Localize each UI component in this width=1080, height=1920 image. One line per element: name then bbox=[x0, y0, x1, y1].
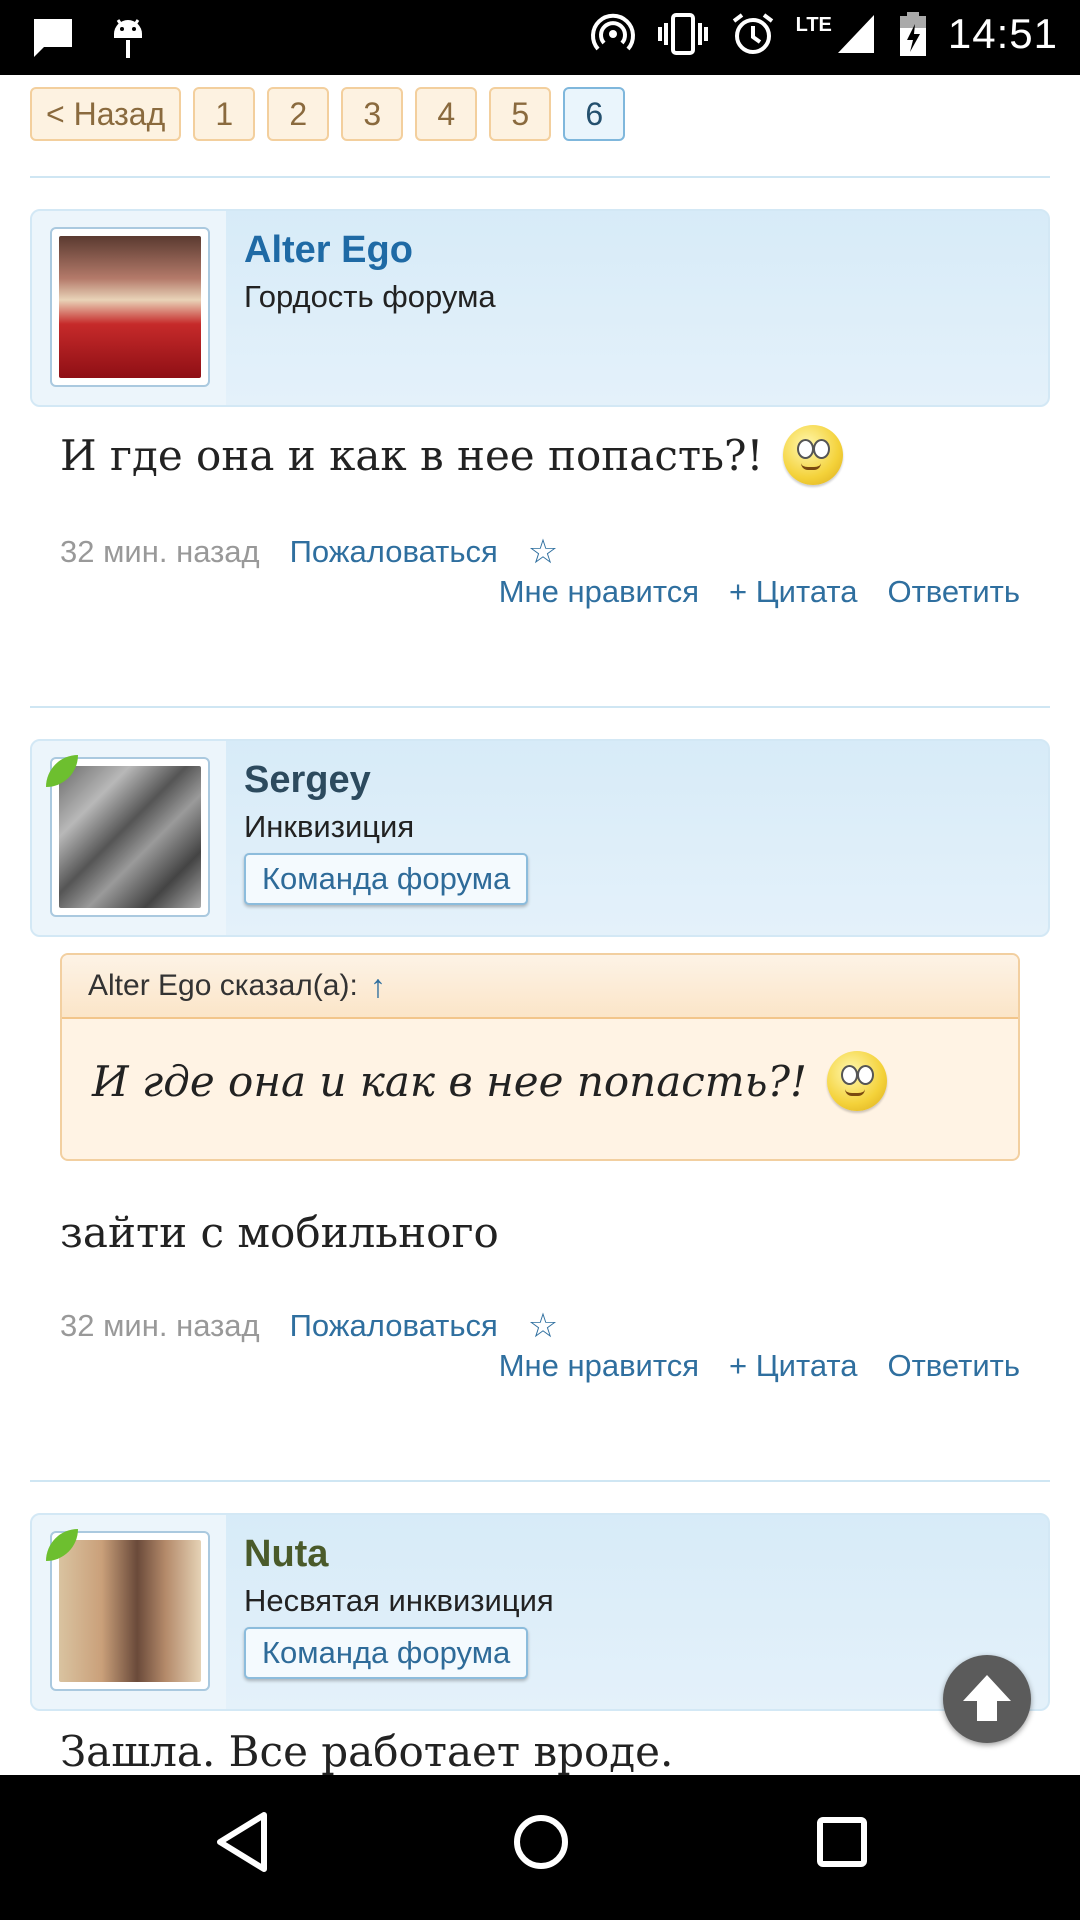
vibrate-icon bbox=[657, 13, 708, 55]
post-actions: Мне нравится + Цитата Ответить bbox=[499, 1348, 1020, 1384]
author-rank: Несвятая инквизиция bbox=[244, 1583, 554, 1618]
like-link[interactable]: Мне нравится bbox=[499, 574, 699, 610]
go-to-quote-arrow-icon[interactable]: ↑ bbox=[370, 968, 386, 1005]
post-text: зайти с мобильного bbox=[60, 1208, 499, 1257]
post-meta: 32 мин. назад Пожаловаться ☆ bbox=[60, 532, 558, 572]
quote-link[interactable]: + Цитата bbox=[729, 574, 857, 610]
recents-nav-icon[interactable] bbox=[812, 1809, 872, 1875]
post-text: И где она и как в нее попасть?! bbox=[60, 430, 764, 480]
quote-block: Alter Ego сказал(а): ↑ И где она и как в… bbox=[60, 953, 1020, 1161]
home-nav-icon[interactable] bbox=[511, 1809, 571, 1875]
post-author-block: Sergey Инквизиция Команда форума bbox=[30, 739, 1050, 937]
alarm-icon bbox=[732, 13, 773, 54]
author-rank: Гордость форума bbox=[244, 279, 496, 314]
team-badge[interactable]: Команда форума bbox=[244, 1627, 529, 1679]
post-time[interactable]: 32 мин. назад bbox=[60, 1308, 260, 1344]
pager-page-2[interactable]: 2 bbox=[267, 87, 330, 141]
reply-link[interactable]: Ответить bbox=[887, 574, 1020, 610]
divider bbox=[30, 706, 1050, 708]
post-meta: 32 мин. назад Пожаловаться ☆ bbox=[60, 1306, 558, 1346]
navigation-bar bbox=[0, 1775, 1080, 1920]
pager-page-5[interactable]: 5 bbox=[489, 87, 552, 141]
pager-page-1[interactable]: 1 bbox=[193, 87, 256, 141]
post-message: Зашла. Все работает вроде. bbox=[60, 1727, 673, 1775]
rolling-eyes-smiley-icon bbox=[783, 425, 844, 485]
avatar[interactable] bbox=[50, 227, 210, 387]
bookmark-star-icon[interactable]: ☆ bbox=[528, 1306, 558, 1346]
forum-thread: < Назад 1 2 3 4 5 6 Alter Ego Гордость ф… bbox=[0, 75, 1080, 1775]
pager-back-button[interactable]: < Назад bbox=[30, 87, 182, 141]
chat-icon bbox=[34, 19, 72, 57]
divider bbox=[30, 1480, 1050, 1482]
reply-link[interactable]: Ответить bbox=[887, 1348, 1020, 1384]
scroll-to-top-button[interactable] bbox=[943, 1655, 1031, 1743]
post-author-block: Nuta Несвятая инквизиция Команда форума bbox=[30, 1513, 1050, 1711]
avatar[interactable] bbox=[50, 1531, 210, 1691]
author-rank: Инквизиция bbox=[244, 809, 415, 844]
android-icon bbox=[114, 19, 142, 58]
report-link[interactable]: Пожаловаться bbox=[290, 534, 498, 570]
quote-author: Alter Ego сказал(а): bbox=[88, 969, 358, 1002]
pager-page-6[interactable]: 6 bbox=[563, 87, 626, 141]
author-name[interactable]: Alter Ego bbox=[244, 229, 413, 272]
post-message: зайти с мобильного bbox=[60, 1208, 499, 1257]
rolling-eyes-smiley-icon bbox=[826, 1051, 887, 1111]
quote-header: Alter Ego сказал(а): ↑ bbox=[62, 955, 1018, 1019]
post-time[interactable]: 32 мин. назад bbox=[60, 534, 260, 570]
battery-charging-icon bbox=[899, 12, 926, 56]
post-actions: Мне нравится + Цитата Ответить bbox=[499, 574, 1020, 610]
author-name[interactable]: Nuta bbox=[244, 1533, 328, 1576]
team-badge[interactable]: Команда форума bbox=[244, 853, 529, 905]
avatar[interactable] bbox=[50, 757, 210, 917]
arrow-up-icon bbox=[963, 1675, 1011, 1721]
pager-page-3[interactable]: 3 bbox=[341, 87, 404, 141]
divider bbox=[30, 176, 1050, 178]
post-message: И где она и как в нее попасть?! bbox=[60, 425, 844, 485]
status-bar: LTE 14:51 bbox=[0, 0, 1080, 75]
signal-icon bbox=[837, 15, 874, 53]
pager-page-4[interactable]: 4 bbox=[415, 87, 478, 141]
quote-text: И где она и как в нее попасть?! bbox=[92, 1056, 807, 1106]
bookmark-star-icon[interactable]: ☆ bbox=[528, 532, 558, 572]
clock: 14:51 bbox=[947, 10, 1058, 57]
pagination: < Назад 1 2 3 4 5 6 bbox=[30, 87, 626, 141]
quote-link[interactable]: + Цитата bbox=[729, 1348, 857, 1384]
post-author-block: Alter Ego Гордость форума bbox=[30, 209, 1050, 407]
like-link[interactable]: Мне нравится bbox=[499, 1348, 699, 1384]
author-name[interactable]: Sergey bbox=[244, 759, 371, 802]
post-text: Зашла. Все работает вроде. bbox=[60, 1727, 674, 1775]
quote-body: И где она и как в нее попасть?! bbox=[92, 1051, 887, 1111]
report-link[interactable]: Пожаловаться bbox=[290, 1308, 498, 1344]
back-nav-icon[interactable] bbox=[212, 1809, 272, 1875]
hotspot-icon bbox=[590, 13, 635, 51]
network-type: LTE bbox=[795, 13, 832, 36]
